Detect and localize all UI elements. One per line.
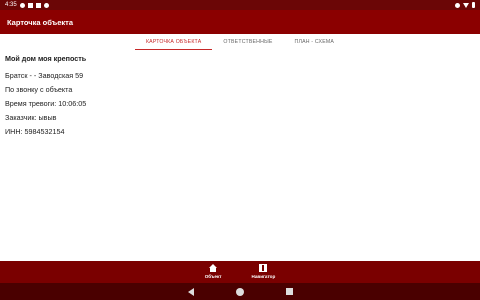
- app-notification-icon: [35, 2, 41, 8]
- notification-icon: [27, 2, 33, 8]
- tab-bar: КАРТОЧКА ОБЪЕКТА ОТВЕТСТВЕННЫЕ ПЛАН - СХ…: [0, 34, 480, 50]
- alarm-time: Время тревоги: 10:06:05: [5, 99, 87, 108]
- tab-object-card[interactable]: КАРТОЧКА ОБЪЕКТА: [134, 34, 213, 50]
- status-bar-right: [455, 2, 475, 8]
- object-address: Братск - - Заводская 59: [5, 71, 84, 80]
- back-icon[interactable]: [187, 287, 194, 296]
- status-bar-left: 4:35: [5, 2, 49, 8]
- recent-apps-icon[interactable]: [285, 288, 293, 295]
- tab-plan-scheme[interactable]: ПЛАН - СХЕМА: [284, 34, 346, 50]
- wifi-icon: [463, 2, 469, 8]
- nav-item-label: Объект: [204, 274, 222, 279]
- inn: ИНН: 5984532154: [5, 127, 65, 136]
- bottom-navigation: Объект Навигатор: [0, 261, 480, 283]
- object-details: Мой дом моя крепость Братск - - Заводска…: [5, 54, 475, 139]
- status-bar: 4:35: [0, 0, 480, 10]
- page-title: Карточка объекта: [7, 17, 74, 27]
- status-time: 4:35: [5, 2, 17, 8]
- circle-notification-icon: [43, 2, 49, 8]
- home-icon: [208, 264, 218, 272]
- object-name: Мой дом моя крепость: [5, 54, 87, 63]
- nav-item-label: Навигатор: [251, 274, 276, 279]
- nav-item-object[interactable]: Объект: [205, 261, 222, 283]
- battery-icon: [472, 2, 475, 8]
- app-bar: Карточка объекта: [0, 10, 480, 34]
- settings-icon: [19, 2, 25, 8]
- home-circle-icon[interactable]: [235, 287, 244, 296]
- customer: Заказчик: ывыв: [5, 113, 57, 122]
- nav-item-navigator[interactable]: Навигатор: [251, 261, 276, 283]
- alarm-source: По звонку с объекта: [5, 85, 73, 94]
- system-navigation-bar: [0, 283, 480, 300]
- location-icon: [455, 2, 460, 8]
- tab-responsible[interactable]: ОТВЕТСТВЕННЫЕ: [212, 34, 283, 50]
- map-icon: [259, 264, 268, 272]
